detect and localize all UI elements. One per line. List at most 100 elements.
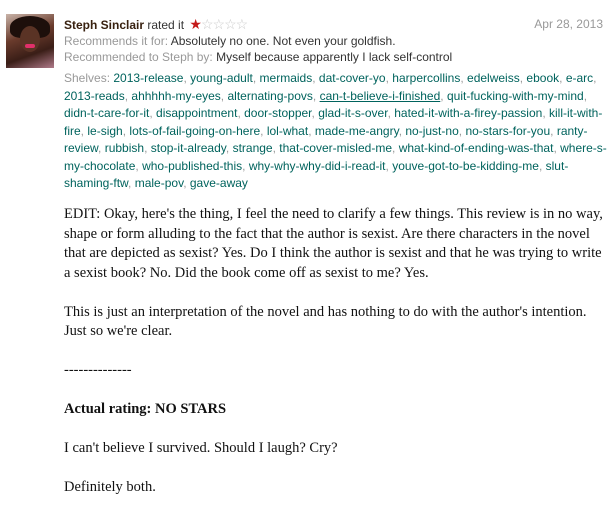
shelf-separator: , [550, 123, 554, 138]
shelf-separator: , [553, 141, 557, 155]
shelf-link[interactable]: alternating-povs [227, 89, 312, 103]
shelf-separator: , [149, 106, 153, 120]
shelf-separator: , [144, 141, 148, 155]
shelves-list: Shelves: 2013-release, young-adult, merm… [64, 70, 609, 193]
shelf-link[interactable]: door-stopper [244, 106, 311, 120]
shelf-separator: , [312, 71, 316, 85]
shelves-label: Shelves: [64, 71, 111, 85]
star-empty-icon[interactable]: ☆ [224, 16, 237, 32]
shelf-link[interactable]: young-adult [190, 71, 253, 85]
shelf-link[interactable]: 2013-reads [64, 89, 125, 103]
shelf-separator: , [98, 141, 102, 155]
shelf-link[interactable]: harpercollins [392, 71, 460, 85]
shelf-link[interactable]: who-published-this [142, 159, 242, 173]
shelf-separator: , [122, 123, 127, 138]
shelf-separator: , [583, 88, 588, 103]
recommended-value: Myself because apparently I lack self-co… [216, 49, 453, 64]
reviewer-name-link[interactable]: Steph Sinclair [64, 18, 144, 32]
rated-text: rated it [147, 18, 185, 32]
review-header: Steph Sinclair rated it ★☆☆☆☆ [64, 16, 249, 33]
star-empty-icon[interactable]: ☆ [213, 16, 226, 32]
shelf-link[interactable]: didn-t-care-for-it [64, 106, 149, 120]
shelf-link[interactable]: lots-of-fail-going-on-here [129, 124, 260, 138]
recommended-row: Recommended to Steph by: Myself because … [64, 50, 609, 66]
shelf-separator: , [542, 106, 546, 120]
shelf-separator: , [385, 71, 389, 85]
shelf-link[interactable]: mermaids [260, 71, 313, 85]
shelf-link[interactable]: that-cover-misled-me [279, 141, 392, 155]
shelf-link[interactable]: ebook [526, 71, 559, 85]
recommendation-block: Recommends it for: Absolutely no one. No… [64, 34, 609, 65]
recommends-row: Recommends it for: Absolutely no one. No… [64, 34, 609, 50]
shelf-separator: , [392, 141, 396, 155]
shelf-link[interactable]: rubbish [105, 141, 144, 155]
shelf-separator: , [312, 88, 317, 103]
review-paragraph-edit: EDIT: Okay, here's the thing, I feel the… [64, 206, 603, 281]
star-empty-icon[interactable]: ☆ [236, 16, 249, 32]
shelf-separator: , [311, 106, 315, 120]
shelf-separator: , [183, 176, 187, 190]
shelf-link[interactable]: 2013-release [113, 71, 183, 85]
avatar-lips [25, 44, 35, 48]
review-paragraph-interpretation: This is just an interpretation of the no… [64, 303, 587, 340]
shelf-separator: , [385, 158, 389, 173]
avatar-face [20, 26, 40, 52]
star-empty-icon[interactable]: ☆ [201, 16, 214, 32]
shelf-separator: , [398, 123, 403, 138]
shelf-link[interactable]: gave-away [190, 176, 248, 190]
shelf-separator: , [440, 88, 444, 103]
review-date[interactable]: Apr 28, 2013 [534, 17, 603, 31]
review-paragraph-survived: I can't believe I survived. Should I lau… [64, 440, 338, 456]
review-divider: -------------- [64, 362, 132, 378]
shelf-separator: , [260, 123, 264, 138]
shelf-separator: , [80, 123, 85, 138]
shelf-link[interactable]: youve-got-to-be-kidding-me [392, 159, 539, 173]
shelf-link[interactable]: made-me-angry [315, 124, 399, 138]
shelf-link[interactable]: why-why-why-did-i-read-it [249, 159, 386, 173]
reviewer-avatar[interactable] [6, 14, 54, 68]
star-filled-icon[interactable]: ★ [189, 16, 202, 32]
shelf-link[interactable]: lol-what [267, 124, 308, 138]
shelf-link[interactable]: quit-fucking-with-my-mind [447, 89, 584, 103]
review-body: EDIT: Okay, here's the thing, I feel the… [64, 205, 609, 517]
shelf-link[interactable]: ahhhhh-my-eyes [131, 89, 220, 103]
shelf-separator: , [135, 158, 139, 173]
shelf-link[interactable]: strange [233, 141, 273, 155]
shelf-link[interactable]: e-arc [566, 71, 593, 85]
shelf-separator: , [460, 71, 464, 85]
shelf-link[interactable]: disappointment [156, 106, 237, 120]
shelf-separator: , [225, 141, 230, 155]
shelf-separator: , [220, 88, 225, 103]
shelf-separator: , [559, 71, 563, 85]
review-paragraph-both: Definitely both. [64, 479, 156, 495]
shelf-separator: , [593, 71, 597, 85]
shelf-link[interactable]: no-just-no [405, 124, 458, 138]
shelf-separator: , [519, 71, 524, 85]
shelf-link[interactable]: can-t-believe-i-finished [320, 89, 441, 103]
shelf-link[interactable]: what-kind-of-ending-was-that [399, 141, 554, 155]
shelf-link[interactable]: le-sigh [87, 124, 122, 138]
recommended-label: Recommended to Steph by: [64, 49, 213, 64]
shelf-separator: , [308, 123, 312, 138]
shelf-link[interactable]: stop-it-already [151, 141, 226, 155]
shelf-separator: , [252, 71, 257, 85]
shelf-separator: , [242, 158, 246, 173]
shelf-separator: , [128, 176, 132, 190]
shelf-separator: , [124, 88, 129, 103]
star-rating: ★☆☆☆☆ [189, 16, 249, 32]
shelf-link[interactable]: glad-it-s-over [318, 106, 387, 120]
shelf-link[interactable]: edelweiss [467, 71, 520, 85]
shelf-link[interactable]: hated-it-with-a-firey-passion [394, 106, 542, 120]
shelf-link[interactable]: dat-cover-yo [319, 71, 386, 85]
shelf-separator: , [237, 106, 241, 120]
shelf-link[interactable]: male-pov [135, 176, 183, 190]
review-card: Steph Sinclair rated it ★☆☆☆☆ Apr 28, 20… [0, 0, 615, 508]
shelf-separator: , [538, 158, 543, 173]
actual-rating-line: Actual rating: NO STARS [64, 401, 227, 417]
recommends-label: Recommends it for: [64, 34, 169, 48]
shelf-link[interactable]: no-stars-for-you [465, 124, 550, 138]
shelf-separator: , [458, 123, 463, 138]
shelf-separator: , [183, 71, 187, 85]
shelf-separator: , [272, 141, 276, 155]
recommends-value: Absolutely no one. Not even your goldfis… [170, 34, 396, 48]
